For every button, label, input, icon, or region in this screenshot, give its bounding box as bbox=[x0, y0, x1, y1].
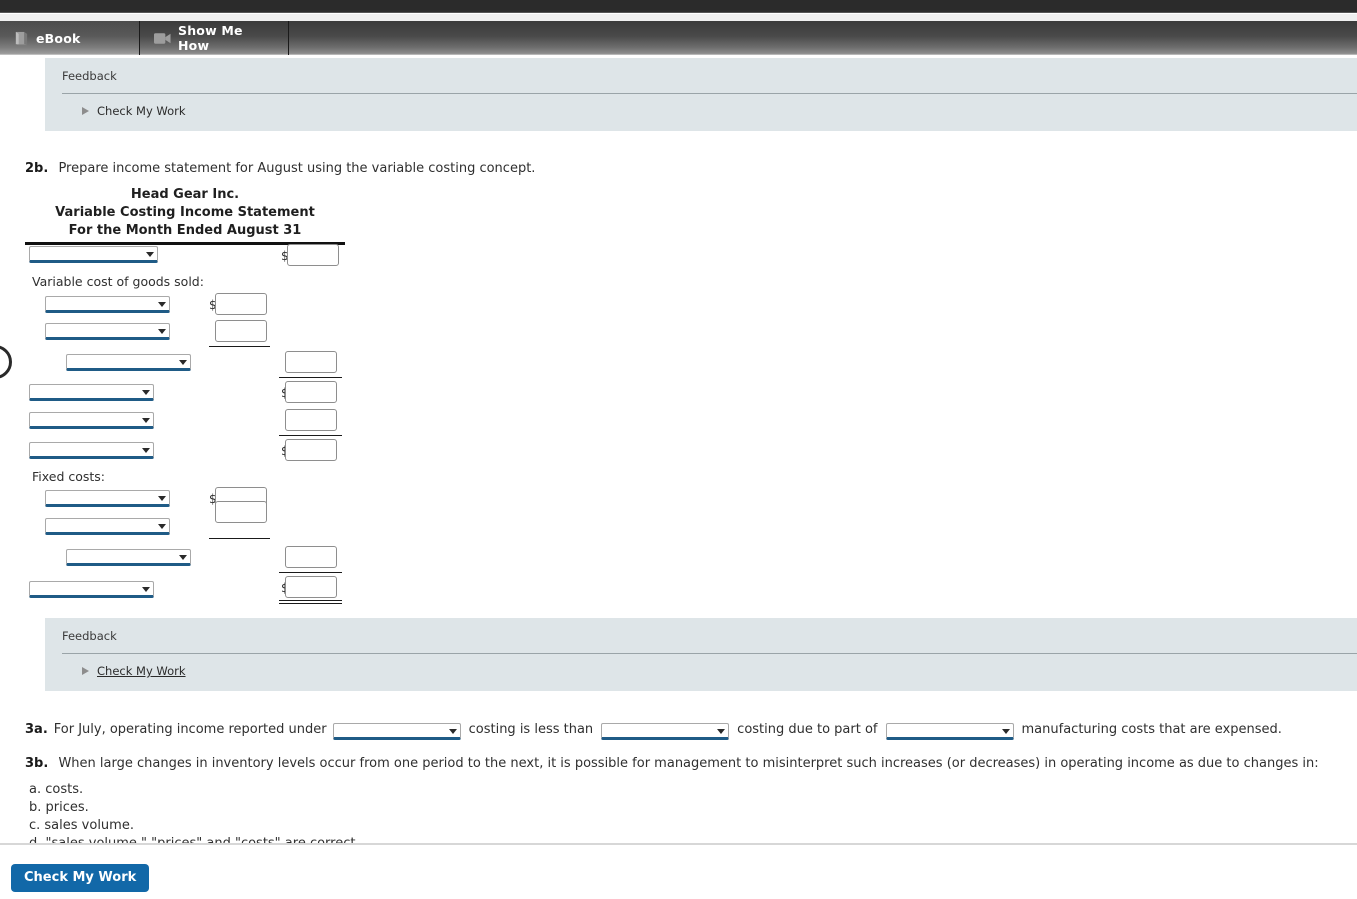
tab-show-me-how-label: Show Me How bbox=[178, 23, 243, 53]
select-contribution-margin[interactable] bbox=[29, 442, 154, 459]
statement-company: Head Gear Inc. bbox=[130, 187, 240, 202]
option-c[interactable]: c. sales volume. bbox=[29, 817, 360, 835]
select-operating-income[interactable] bbox=[29, 581, 154, 598]
feedback-divider bbox=[62, 93, 1357, 94]
book-icon bbox=[14, 31, 29, 46]
subtotal-rule-contribution-margin bbox=[279, 435, 342, 436]
question-3b: 3b. When large changes in inventory leve… bbox=[25, 756, 1319, 771]
select-3a-costing-method-1[interactable] bbox=[332, 723, 461, 740]
question-2b-text: Prepare income statement for August usin… bbox=[58, 161, 536, 176]
select-fixed-line-2[interactable] bbox=[45, 518, 170, 535]
select-vcogs-line-1[interactable] bbox=[45, 296, 170, 313]
tab-show-me-how[interactable]: Show Me How bbox=[140, 21, 288, 55]
question-3b-options: a. costs. b. prices. c. sales volume. d.… bbox=[29, 781, 360, 844]
feedback-panel-top: Feedback Check My Work bbox=[45, 58, 1357, 131]
tab-ebook[interactable]: eBook bbox=[0, 21, 139, 55]
amount-vcogs-line-1[interactable] bbox=[215, 293, 267, 315]
income-statement-block: Head Gear Inc. Variable Costing Income S… bbox=[25, 186, 345, 245]
question-3a-mid-text: costing is less than bbox=[468, 722, 594, 737]
subtotal-rule-vcogs bbox=[209, 346, 270, 347]
total-double-rule bbox=[279, 600, 342, 604]
question-3b-number: 3b. bbox=[25, 756, 49, 771]
option-a[interactable]: a. costs. bbox=[29, 781, 360, 799]
option-b[interactable]: b. prices. bbox=[29, 799, 360, 817]
subtotal-rule-operating-income bbox=[279, 572, 342, 573]
question-3b-text: When large changes in inventory levels o… bbox=[58, 756, 1319, 771]
amount-vcogs-total-line[interactable] bbox=[285, 351, 337, 373]
subtotal-rule-manufacturing-margin bbox=[279, 377, 342, 378]
question-2b-number: 2b. bbox=[25, 161, 49, 176]
footer-divider bbox=[0, 843, 1357, 845]
tab-divider-2 bbox=[288, 21, 289, 55]
amount-operating-income[interactable] bbox=[285, 576, 337, 598]
statement-period: For the Month Ended August 31 bbox=[68, 223, 302, 238]
feedback-title-bottom: Feedback bbox=[62, 629, 117, 643]
select-wrap-3a-1 bbox=[332, 723, 461, 740]
feedback-panel-bottom: Feedback Check My Work bbox=[45, 618, 1357, 691]
amount-fixed-line-2[interactable] bbox=[215, 501, 267, 523]
browser-top-bar bbox=[0, 0, 1357, 13]
label-variable-cogs: Variable cost of goods sold: bbox=[32, 274, 204, 289]
feedback-title: Feedback bbox=[62, 69, 117, 83]
select-fixed-line-1[interactable] bbox=[45, 490, 170, 507]
question-3a-number: 3a. bbox=[25, 722, 48, 737]
top-gap-strip bbox=[0, 14, 1357, 21]
expand-arrow-icon-bottom bbox=[82, 667, 89, 675]
label-fixed-costs: Fixed costs: bbox=[32, 469, 106, 484]
select-manufacturing-margin[interactable] bbox=[29, 384, 154, 401]
amount-sales-line[interactable] bbox=[287, 244, 339, 266]
select-vcogs-line-2[interactable] bbox=[45, 323, 170, 340]
amount-manufacturing-margin[interactable] bbox=[285, 381, 337, 403]
question-2b: 2b. Prepare income statement for August … bbox=[25, 161, 535, 176]
amount-fixed-total-line[interactable] bbox=[285, 546, 337, 568]
question-3a-lead-text: For July, operating income reported unde… bbox=[53, 722, 327, 737]
amount-contribution-margin[interactable] bbox=[285, 439, 337, 461]
select-wrap-3a-3 bbox=[885, 723, 1014, 740]
check-my-work-link-bottom[interactable]: Check My Work bbox=[97, 664, 186, 678]
amount-vcogs-line-2[interactable] bbox=[215, 320, 267, 342]
select-vcogs-total-line[interactable] bbox=[66, 354, 191, 371]
select-3a-costing-method-2[interactable] bbox=[601, 723, 730, 740]
tab-ebook-label: eBook bbox=[36, 30, 81, 46]
subtotal-rule-fixed bbox=[209, 538, 270, 539]
select-wrap-3a-2 bbox=[601, 723, 730, 740]
select-3a-cost-type[interactable] bbox=[885, 723, 1014, 740]
select-sales-line[interactable] bbox=[29, 246, 158, 263]
select-variable-selling-line[interactable] bbox=[29, 412, 154, 429]
expand-arrow-icon bbox=[82, 107, 89, 115]
question-3a-end-text: manufacturing costs that are expensed. bbox=[1021, 722, 1282, 737]
video-camera-icon bbox=[154, 32, 171, 45]
question-3a: 3a. For July, operating income reported … bbox=[25, 721, 1290, 740]
feedback-divider-bottom bbox=[62, 653, 1357, 654]
check-my-work-button[interactable]: Check My Work bbox=[11, 864, 150, 892]
question-3a-tail-text: costing due to part of bbox=[737, 722, 878, 737]
select-fixed-total-line[interactable] bbox=[66, 549, 191, 566]
statement-title: Variable Costing Income Statement bbox=[55, 205, 315, 220]
amount-variable-selling-line[interactable] bbox=[285, 409, 337, 431]
tab-bar: eBook Show Me How bbox=[0, 21, 1357, 55]
cursor-arc-artifact bbox=[0, 345, 12, 379]
check-my-work-link-top[interactable]: Check My Work bbox=[97, 104, 186, 118]
